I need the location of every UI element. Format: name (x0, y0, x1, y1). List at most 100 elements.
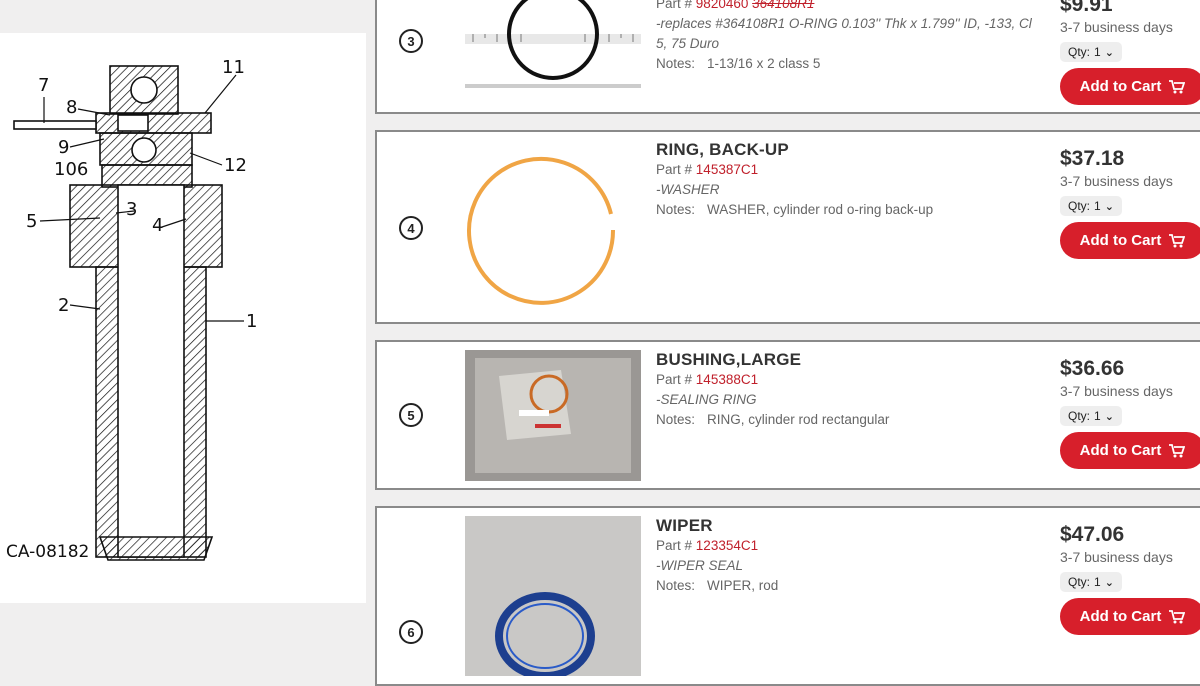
part-name[interactable]: BUSHING,LARGE (656, 350, 1046, 370)
callout-10: 106 (54, 159, 88, 180)
callout-11: 11 (222, 57, 245, 78)
product-image[interactable] (465, 0, 641, 92)
part-label: Part # (656, 372, 693, 387)
part-description: -SEALING RING (656, 392, 757, 407)
purchase-box: $36.66 3-7 business days Qty: 1 ⌄ Add to… (1060, 356, 1200, 469)
notes-text: WASHER, cylinder rod o-ring back-up (707, 202, 934, 217)
qty-value: 1 (1094, 199, 1101, 213)
shopping-cart-icon (1169, 79, 1186, 94)
price: $47.06 (1060, 523, 1125, 546)
ref-number-badge: 4 (399, 216, 423, 240)
cylinder-diagram-drawing: 7 8 11 9 106 12 3 5 4 2 1 CA-08182 (6, 57, 257, 562)
qty-label: Qty: (1068, 199, 1091, 213)
chevron-down-icon: ⌄ (1104, 410, 1114, 423)
qty-label: Qty: (1068, 45, 1091, 59)
callout-4: 4 (152, 215, 163, 236)
part-number[interactable]: 9820460 (696, 0, 749, 11)
part-label: Part # (656, 162, 693, 177)
bagged-sealing-ring-image (465, 350, 641, 481)
diagram-pane: 7 8 11 9 106 12 3 5 4 2 1 CA-08182 (0, 0, 366, 674)
item-info: WIPER Part # 123354C1 -WIPER SEAL Notes:… (656, 516, 1046, 596)
add-to-cart-label: Add to Cart (1079, 442, 1162, 459)
price: $37.18 (1060, 147, 1125, 170)
price: $9.91 (1060, 0, 1113, 16)
part-description: -replaces #364108R1 O-RING 0.103'' Thk x… (656, 16, 1032, 51)
list-item: 6 WIPER Part # 123354C1 -WIPER SEAL Note… (375, 506, 1200, 686)
callout-2: 2 (58, 295, 69, 316)
chevron-down-icon: ⌄ (1104, 46, 1114, 59)
add-to-cart-label: Add to Cart (1079, 232, 1162, 249)
notes-label: Notes: (656, 202, 696, 217)
product-image[interactable] (465, 140, 641, 316)
qty-label: Qty: (1068, 409, 1091, 423)
notes-text: 1-13/16 x 2 class 5 (707, 56, 821, 71)
quantity-select[interactable]: Qty: 1 ⌄ (1060, 42, 1122, 62)
list-item: 4 RING, BACK-UP Part # 145387C1 -WASHER … (375, 130, 1200, 324)
callout-7: 7 (38, 75, 49, 96)
callout-9: 9 (58, 137, 69, 158)
add-to-cart-button[interactable]: Add to Cart (1060, 598, 1200, 635)
price: $36.66 (1060, 357, 1125, 380)
product-image[interactable] (465, 516, 641, 676)
callout-8: 8 (66, 97, 77, 118)
list-item: 5 BUSHING,LARGE Part # 145388C1 -SEALING… (375, 340, 1200, 490)
callout-5: 5 (26, 211, 37, 232)
part-name[interactable]: WIPER (656, 516, 1046, 536)
availability: 3-7 business days (1060, 19, 1173, 35)
callout-1: 1 (246, 311, 257, 332)
part-number[interactable]: 145388C1 (696, 372, 758, 387)
qty-value: 1 (1094, 575, 1101, 589)
part-name[interactable]: RING, BACK-UP (656, 140, 1046, 160)
quantity-select[interactable]: Qty: 1 ⌄ (1060, 196, 1122, 216)
ref-number-badge: 6 (399, 620, 423, 644)
add-to-cart-button[interactable]: Add to Cart (1060, 222, 1200, 259)
black-o-ring-with-ruler-image (465, 0, 641, 92)
qty-value: 1 (1094, 409, 1101, 423)
notes-text: RING, cylinder rod rectangular (707, 412, 890, 427)
callout-12: 12 (224, 155, 247, 176)
add-to-cart-label: Add to Cart (1079, 608, 1162, 625)
list-item: 3 Part # 9820460 364108R1 -replaces #364… (375, 0, 1200, 114)
callout-3: 3 (126, 199, 137, 220)
chevron-down-icon: ⌄ (1104, 576, 1114, 589)
qty-label: Qty: (1068, 575, 1091, 589)
diagram-code: CA-08182 (6, 542, 89, 562)
item-info: RING, BACK-UP Part # 145387C1 -WASHER No… (656, 140, 1046, 220)
part-label: Part # (656, 538, 693, 553)
qty-value: 1 (1094, 45, 1101, 59)
part-description: -WIPER SEAL (656, 558, 744, 573)
shopping-cart-icon (1169, 233, 1186, 248)
part-description: -WASHER (656, 182, 720, 197)
shopping-cart-icon (1169, 443, 1186, 458)
availability: 3-7 business days (1060, 173, 1173, 189)
parts-list: 3 Part # 9820460 364108R1 -replaces #364… (366, 0, 1200, 686)
parts-diagram[interactable]: 7 8 11 9 106 12 3 5 4 2 1 CA-08182 (0, 33, 366, 603)
blue-wiper-seal-image (465, 516, 641, 676)
part-label: Part # (656, 0, 693, 11)
item-info: Part # 9820460 364108R1 -replaces #36410… (656, 0, 1046, 74)
orange-split-ring-image (465, 140, 641, 316)
notes-label: Notes: (656, 578, 696, 593)
availability: 3-7 business days (1060, 549, 1173, 565)
purchase-box: $37.18 3-7 business days Qty: 1 ⌄ Add to… (1060, 146, 1200, 259)
notes-label: Notes: (656, 412, 696, 427)
part-number[interactable]: 145387C1 (696, 162, 758, 177)
shopping-cart-icon (1169, 609, 1186, 624)
item-info: BUSHING,LARGE Part # 145388C1 -SEALING R… (656, 350, 1046, 430)
add-to-cart-button[interactable]: Add to Cart (1060, 432, 1200, 469)
product-image[interactable] (465, 350, 641, 481)
add-to-cart-button[interactable]: Add to Cart (1060, 68, 1200, 105)
part-number[interactable]: 123354C1 (696, 538, 758, 553)
purchase-box: $47.06 3-7 business days Qty: 1 ⌄ Add to… (1060, 522, 1200, 635)
notes-text: WIPER, rod (707, 578, 779, 593)
availability: 3-7 business days (1060, 383, 1173, 399)
ref-number-badge: 3 (399, 29, 423, 53)
replaced-part-number: 364108R1 (752, 0, 815, 11)
chevron-down-icon: ⌄ (1104, 200, 1114, 213)
ref-number-badge: 5 (399, 403, 423, 427)
notes-label: Notes: (656, 56, 696, 71)
add-to-cart-label: Add to Cart (1079, 78, 1162, 95)
purchase-box: $9.91 3-7 business days Qty: 1 ⌄ Add to … (1060, 0, 1200, 105)
quantity-select[interactable]: Qty: 1 ⌄ (1060, 572, 1122, 592)
quantity-select[interactable]: Qty: 1 ⌄ (1060, 406, 1122, 426)
